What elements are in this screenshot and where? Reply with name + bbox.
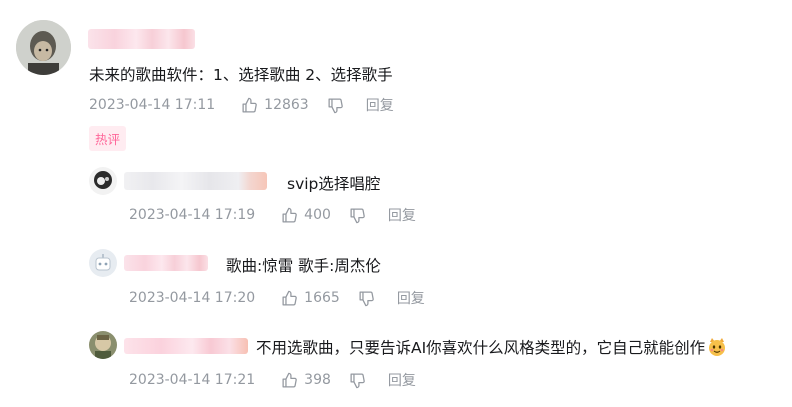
- reply-time: 2023-04-14 17:20: [129, 290, 256, 306]
- like-button[interactable]: 1665: [281, 290, 340, 307]
- reply-meta: 2023-04-14 17:19 400 回复: [129, 205, 416, 225]
- thumb-down-icon: [349, 372, 366, 389]
- reply-avatar[interactable]: [89, 249, 117, 277]
- reply-username[interactable]: [124, 338, 248, 354]
- username[interactable]: [88, 29, 195, 49]
- reply-content: svip选择唱腔: [287, 175, 381, 193]
- reply-content: 不用选歌曲，只要告诉AI你喜欢什么风格类型的，它自己就能创作: [256, 336, 727, 358]
- reply-meta: 2023-04-14 17:21 398 回复: [129, 370, 416, 390]
- thumb-up-icon: [281, 290, 298, 307]
- like-button[interactable]: 398: [281, 372, 331, 389]
- like-count: 400: [304, 207, 331, 223]
- comment-time: 2023-04-14 17:11: [89, 97, 216, 113]
- dislike-button[interactable]: [349, 207, 366, 224]
- reply-avatar[interactable]: [89, 331, 117, 359]
- like-button[interactable]: 12863: [241, 97, 309, 114]
- thumb-down-icon: [327, 97, 344, 114]
- reply-button[interactable]: 回复: [388, 370, 416, 390]
- like-button[interactable]: 400: [281, 207, 331, 224]
- dislike-button[interactable]: [358, 290, 375, 307]
- reply-button[interactable]: 回复: [366, 95, 394, 115]
- dislike-button[interactable]: [327, 97, 344, 114]
- comment-content: 未来的歌曲软件：1、选择歌曲 2、选择歌手: [89, 66, 393, 84]
- avatar[interactable]: [16, 20, 71, 75]
- like-count: 1665: [304, 290, 340, 306]
- reply-button[interactable]: 回复: [397, 288, 425, 308]
- dislike-button[interactable]: [349, 372, 366, 389]
- cat-emoji-icon: [707, 337, 727, 357]
- reply-time: 2023-04-14 17:19: [129, 207, 256, 223]
- reply-username[interactable]: [124, 255, 208, 271]
- thumb-up-icon: [281, 207, 298, 224]
- comment-meta: 2023-04-14 17:11 12863 回复: [89, 95, 394, 115]
- reply-content: 歌曲:惊雷 歌手:周杰伦: [226, 257, 381, 275]
- thumb-down-icon: [358, 290, 375, 307]
- reply-text: 不用选歌曲，只要告诉AI你喜欢什么风格类型的，它自己就能创作: [256, 339, 706, 357]
- reply-username[interactable]: [124, 172, 267, 190]
- like-count: 12863: [264, 97, 309, 113]
- thumb-down-icon: [349, 207, 366, 224]
- reply-avatar[interactable]: [89, 167, 117, 195]
- thumb-up-icon: [281, 372, 298, 389]
- reply-button[interactable]: 回复: [388, 205, 416, 225]
- hot-comment-badge: 热评: [89, 126, 127, 151]
- reply-time: 2023-04-14 17:21: [129, 372, 256, 388]
- thumb-up-icon: [241, 97, 258, 114]
- like-count: 398: [304, 372, 331, 388]
- reply-meta: 2023-04-14 17:20 1665 回复: [129, 288, 425, 308]
